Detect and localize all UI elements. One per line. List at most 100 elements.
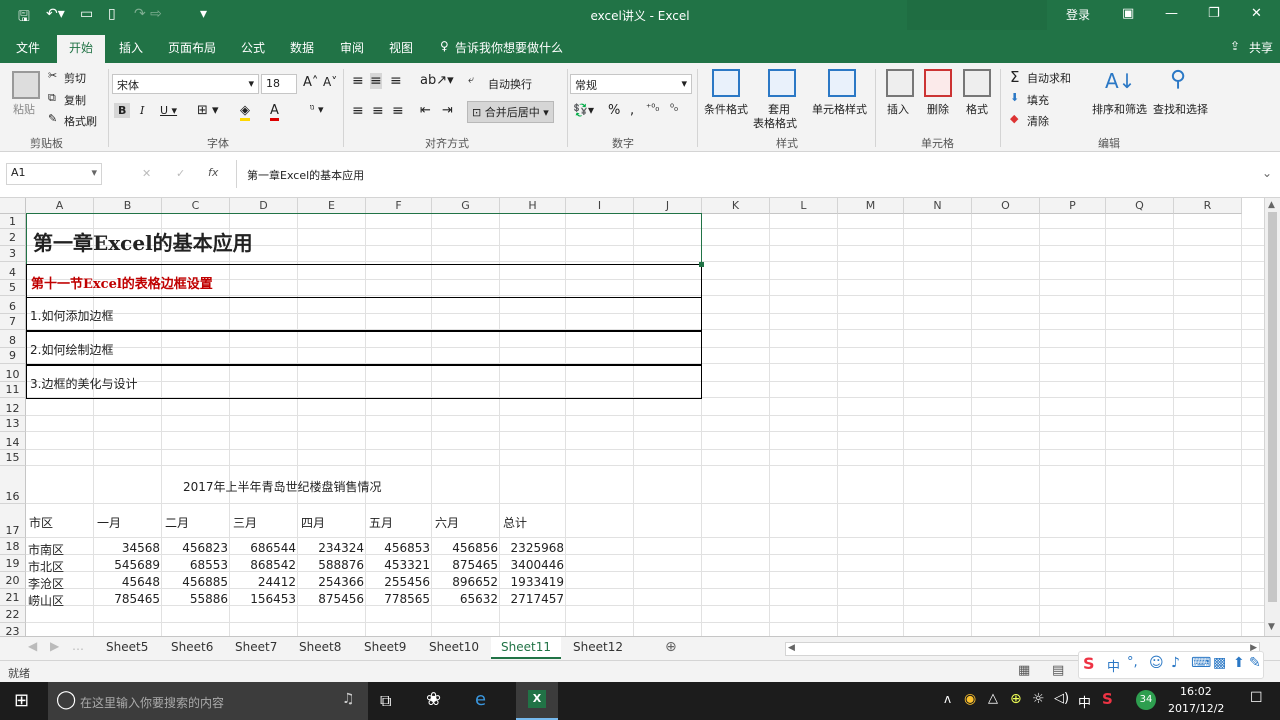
tab-more-icon[interactable]: … bbox=[72, 639, 84, 653]
column-header[interactable]: B bbox=[94, 198, 162, 214]
font-color-icon[interactable]: A bbox=[270, 103, 279, 121]
table-header-cell[interactable]: 总计 bbox=[503, 514, 527, 531]
row-header[interactable]: 23 bbox=[0, 623, 26, 636]
sales-value-cell[interactable]: 254366 bbox=[298, 575, 364, 589]
row-header[interactable]: 19 bbox=[0, 555, 26, 572]
cut-icon[interactable]: ✂ bbox=[48, 69, 57, 82]
sales-value-cell[interactable]: 45648 bbox=[94, 575, 160, 589]
tab-review[interactable]: 审阅 bbox=[340, 39, 364, 56]
tab-file[interactable]: 文件 bbox=[16, 39, 40, 56]
scroll-up-icon[interactable]: ▲ bbox=[1268, 200, 1275, 210]
column-header[interactable]: G bbox=[432, 198, 500, 214]
phonetic-icon[interactable]: ᵘ̈ ▾ bbox=[310, 103, 323, 116]
sales-value-cell[interactable]: 255456 bbox=[366, 575, 430, 589]
row-header[interactable]: 8 bbox=[0, 330, 26, 348]
sales-value-cell[interactable]: 34568 bbox=[94, 541, 160, 555]
mic-icon[interactable]: ♪ bbox=[1171, 655, 1180, 671]
column-header[interactable]: A bbox=[26, 198, 94, 214]
task-view-icon[interactable]: ⧉ bbox=[380, 691, 391, 711]
formula-input[interactable]: 第一章Excel的基本应用 ⌄ bbox=[236, 160, 1276, 188]
column-header[interactable]: H bbox=[500, 198, 566, 214]
vertical-scrollbar[interactable]: ▲ ▼ bbox=[1264, 198, 1280, 636]
sales-value-cell[interactable]: 2325968 bbox=[500, 541, 564, 555]
notification-icon[interactable]: ☐ bbox=[1250, 690, 1263, 706]
sales-value-cell[interactable]: 65632 bbox=[432, 592, 498, 606]
sales-value-cell[interactable]: 456885 bbox=[162, 575, 228, 589]
settings-wrench-icon[interactable]: ✎ bbox=[1249, 655, 1261, 671]
security-badge-icon[interactable]: 34 bbox=[1136, 690, 1156, 710]
tab-data[interactable]: 数据 bbox=[290, 39, 314, 56]
column-header[interactable]: C bbox=[162, 198, 230, 214]
row-header[interactable]: 10 bbox=[0, 364, 26, 382]
tell-me-box[interactable]: 告诉我你想要做什么 bbox=[455, 39, 563, 56]
fill-down-icon[interactable]: ⬇ bbox=[1010, 91, 1019, 104]
column-header[interactable]: N bbox=[904, 198, 972, 214]
column-header[interactable]: K bbox=[702, 198, 770, 214]
autosum-button[interactable]: 自动求和 bbox=[1027, 70, 1071, 86]
sales-value-cell[interactable]: 456856 bbox=[432, 541, 498, 555]
normal-view-icon[interactable]: ▦ bbox=[1018, 663, 1030, 678]
increase-decimal-icon[interactable]: ⁺⁰₀ bbox=[646, 103, 659, 114]
insert-cells-button[interactable]: 插入 bbox=[887, 101, 909, 117]
keyboard-icon[interactable]: ⌨ bbox=[1191, 655, 1211, 671]
sheet-tab[interactable]: Sheet10 bbox=[429, 640, 479, 654]
maximize-button[interactable]: ❐ bbox=[1208, 6, 1220, 21]
row-header[interactable]: 5 bbox=[0, 280, 26, 296]
sales-value-cell[interactable]: 68553 bbox=[162, 558, 228, 572]
row-header[interactable]: 18 bbox=[0, 538, 26, 555]
table-header-cell[interactable]: 三月 bbox=[233, 514, 257, 531]
table-header-cell[interactable]: 四月 bbox=[301, 514, 325, 531]
number-format-select[interactable]: 常规 ▾ bbox=[570, 74, 692, 94]
tab-scroll-left-icon[interactable]: ◀ bbox=[28, 639, 37, 653]
clear-button[interactable]: 清除 bbox=[1027, 113, 1049, 129]
sheet-tab-active[interactable]: Sheet11 bbox=[491, 637, 561, 659]
comma-icon[interactable]: , bbox=[630, 103, 634, 118]
enter-icon[interactable]: ✓ bbox=[176, 167, 185, 180]
edge-browser-icon[interactable]: e bbox=[475, 689, 486, 710]
app-icon[interactable]: ❀ bbox=[426, 689, 441, 710]
share-button[interactable]: 共享 bbox=[1249, 39, 1273, 56]
row-header[interactable]: 16 bbox=[0, 466, 26, 504]
worksheet-grid[interactable]: ABCDEFGHIJKLMNOPQR 1 2 3 4 5 6 7 8 9 10 11 12 13 14 15… bbox=[0, 198, 1264, 636]
tab-insert[interactable]: 插入 bbox=[119, 39, 143, 56]
sheet-tab[interactable]: Sheet5 bbox=[106, 640, 148, 654]
table-header-cell[interactable]: 一月 bbox=[97, 514, 121, 531]
percent-icon[interactable]: % bbox=[608, 103, 620, 118]
paste-icon[interactable] bbox=[12, 71, 40, 99]
sort-filter-button[interactable]: 排序和筛选 bbox=[1092, 101, 1147, 117]
sheet-tab[interactable]: Sheet7 bbox=[235, 640, 277, 654]
scroll-thumb[interactable] bbox=[1268, 212, 1277, 602]
volume-icon[interactable]: ◁) bbox=[1054, 691, 1069, 706]
sales-value-cell[interactable]: 3400446 bbox=[500, 558, 564, 572]
shrink-font-icon[interactable]: A˅ bbox=[323, 75, 337, 89]
ime-toolbar[interactable]: S 中 °, ☺ ♪ ⌨ ▩ ⬆ ✎ bbox=[1078, 651, 1264, 679]
merge-center-button[interactable]: ⊡ 合并后居中 ▾ bbox=[467, 101, 554, 123]
sales-value-cell[interactable]: 868542 bbox=[230, 558, 296, 572]
underline-button[interactable]: U ▾ bbox=[160, 104, 177, 117]
border-icon[interactable]: ⊞ ▾ bbox=[197, 103, 219, 118]
sales-value-cell[interactable]: 785465 bbox=[94, 592, 160, 606]
table-format-icon[interactable] bbox=[768, 69, 796, 97]
sigma-icon[interactable]: Σ bbox=[1010, 68, 1019, 86]
increase-indent-icon[interactable]: ⇥ bbox=[442, 103, 453, 118]
sales-value-cell[interactable]: 55886 bbox=[162, 592, 228, 606]
toolbox-icon[interactable]: ⬆ bbox=[1233, 655, 1245, 671]
tab-scroll-right-icon[interactable]: ▶ bbox=[50, 639, 59, 653]
district-cell[interactable]: 市北区 bbox=[28, 558, 64, 575]
find-icon[interactable]: ⚲ bbox=[1170, 67, 1186, 92]
network-icon[interactable]: ☼ bbox=[1032, 691, 1045, 707]
table-header-cell[interactable]: 二月 bbox=[165, 514, 189, 531]
expand-formula-icon[interactable]: ⌄ bbox=[1262, 166, 1272, 180]
row-header[interactable]: 3 bbox=[0, 246, 26, 262]
sales-value-cell[interactable]: 1933419 bbox=[500, 575, 564, 589]
format-painter-button[interactable]: 格式刷 bbox=[64, 113, 97, 129]
add-sheet-icon[interactable]: ⊕ bbox=[665, 639, 677, 655]
row-header[interactable]: 21 bbox=[0, 589, 26, 606]
sheet-tab[interactable]: Sheet8 bbox=[299, 640, 341, 654]
sheet-tab[interactable]: Sheet9 bbox=[364, 640, 406, 654]
clock-time[interactable]: 16:02 bbox=[1180, 685, 1212, 698]
italic-button[interactable]: I bbox=[140, 104, 144, 117]
delete-cells-icon[interactable] bbox=[924, 69, 952, 97]
login-link[interactable]: 登录 bbox=[1066, 6, 1090, 23]
align-right-icon[interactable]: ≡ bbox=[392, 103, 404, 119]
